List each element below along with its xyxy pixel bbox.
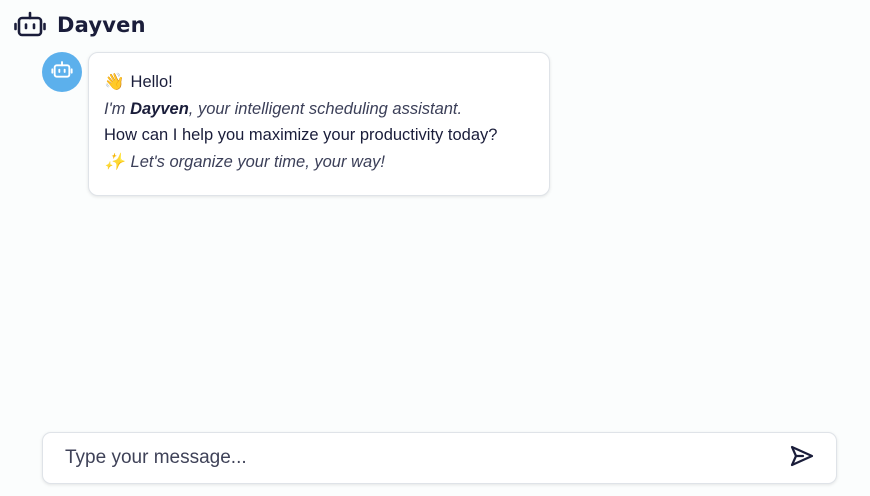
question-line: How can I help you maximize your product… [104, 126, 498, 144]
message-bubble: 👋 Hello! I'm Dayven, your intelligent sch… [88, 52, 550, 196]
greeting-line: 👋 Hello! [104, 69, 535, 96]
robot-icon [51, 60, 73, 85]
chat-app: Dayven 👋 Hello! I'm Dayven, your intelli… [0, 0, 870, 496]
app-header: Dayven [13, 8, 146, 42]
waving-hand-icon: 👋 [104, 73, 125, 91]
intro-prefix: I'm [104, 99, 131, 118]
intro-suffix: , your intelligent scheduling assistant. [188, 99, 463, 118]
bot-avatar [42, 52, 82, 92]
sparkles-icon: ✨ [104, 152, 125, 171]
intro-line: I'm Dayven, your intelligent scheduling … [104, 96, 535, 123]
message-composer [42, 432, 837, 484]
message-input[interactable] [63, 446, 784, 470]
bot-message: 👋 Hello! I'm Dayven, your intelligent sch… [42, 52, 550, 196]
tagline-line: ✨ Let's organize your time, your way! [104, 149, 535, 176]
app-title: Dayven [57, 13, 146, 37]
greeting-text: Hello! [130, 73, 173, 91]
tagline-text: Let's organize your time, your way! [130, 152, 385, 171]
send-icon [789, 444, 815, 473]
send-button[interactable] [784, 440, 820, 476]
robot-icon [13, 8, 47, 42]
assistant-name: Dayven [130, 99, 189, 118]
